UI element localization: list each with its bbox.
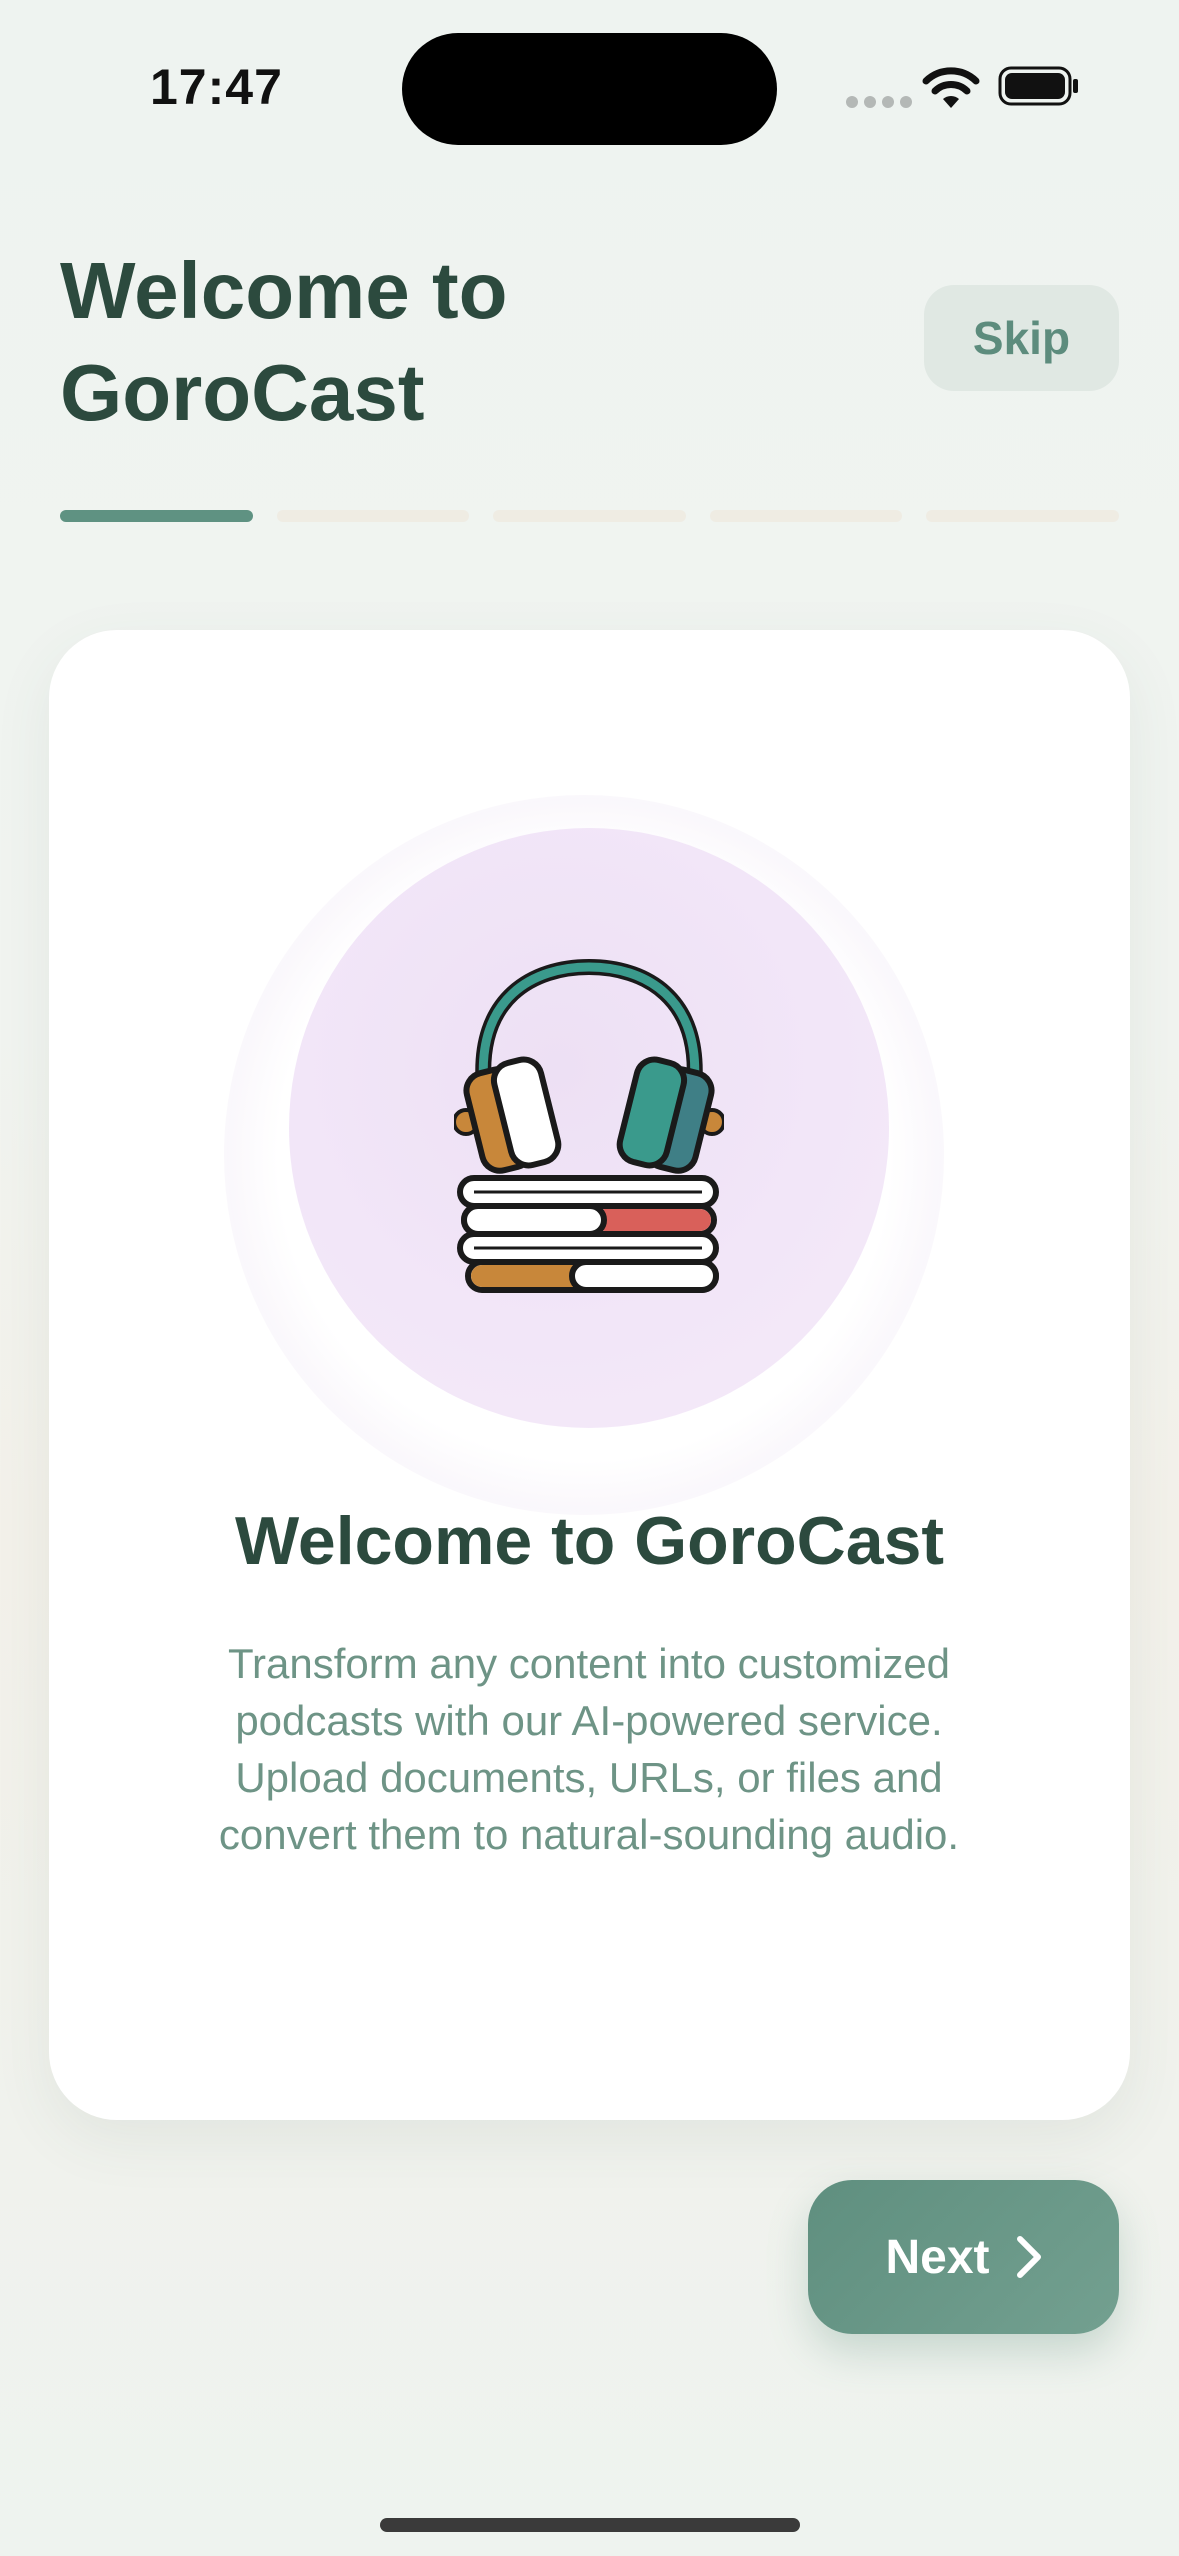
progress-step-2 (276, 510, 470, 522)
progress-step-4 (709, 510, 903, 522)
status-time: 17:47 (150, 59, 283, 115)
home-indicator[interactable] (380, 2518, 800, 2532)
headphones-on-books-icon (454, 958, 724, 1293)
progress-step-1 (60, 510, 253, 522)
onboarding-card: Welcome to GoroCast Transform any conten… (49, 630, 1130, 2120)
card-description: Transform any content into customized po… (218, 1640, 960, 1858)
next-button-label: Next (885, 2230, 990, 2284)
onboarding-progress (60, 510, 1119, 522)
cellular-signal-icon (846, 96, 912, 108)
progress-step-3 (493, 510, 686, 522)
card-heading: Welcome to GoroCast (234, 1503, 945, 1579)
chevron-right-icon (1016, 2236, 1041, 2278)
progress-step-5 (926, 510, 1119, 522)
dynamic-island (402, 33, 777, 145)
battery-icon (998, 66, 1078, 106)
skip-button[interactable]: Skip (924, 285, 1119, 391)
wifi-icon (922, 67, 980, 108)
page-title: Welcome to GoroCast (60, 246, 508, 437)
next-button[interactable]: Next (808, 2180, 1119, 2334)
